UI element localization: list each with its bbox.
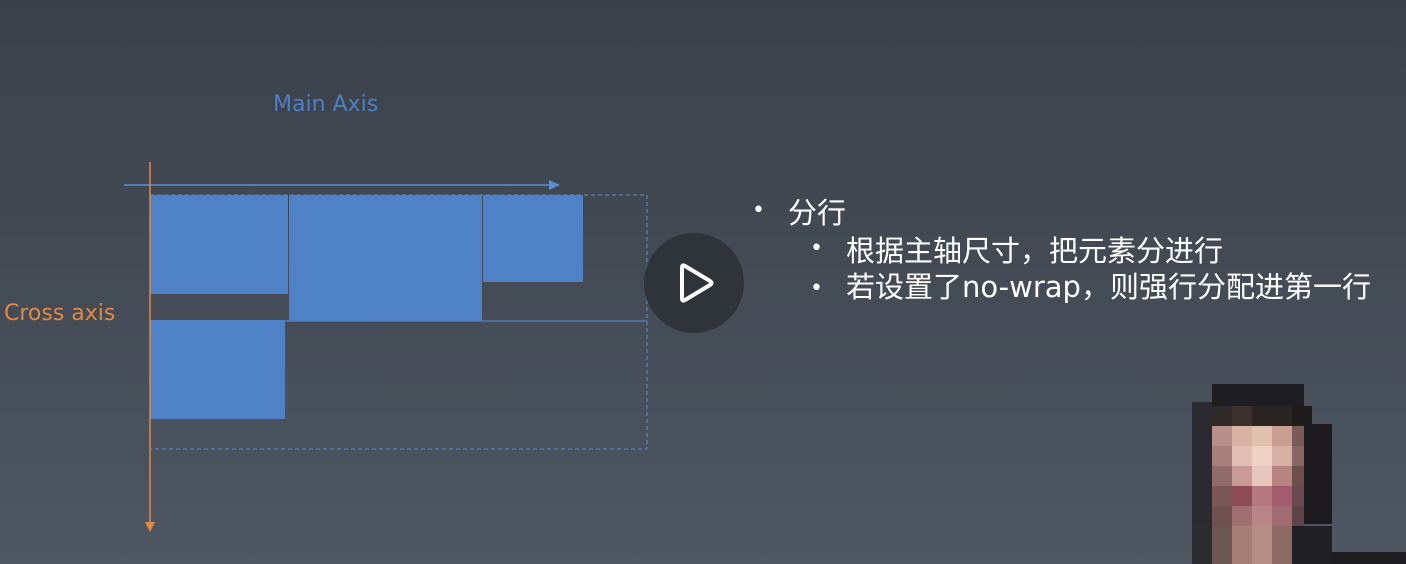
- main-axis-arrowhead: [549, 180, 560, 190]
- bullet-dot: •: [810, 276, 823, 301]
- bullet-sub-item-1: 根据主轴尺寸，把元素分进行: [846, 234, 1224, 268]
- bullet-dot: •: [752, 198, 765, 223]
- flex-item-3: [483, 195, 583, 282]
- presenter-webcam: [1192, 384, 1406, 564]
- flex-item-4: [150, 320, 285, 419]
- cross-axis-arrowhead: [145, 522, 155, 532]
- bullet-dot: •: [810, 236, 823, 261]
- flex-item-2: [289, 195, 482, 321]
- bullet-sub-item-2: 若设置了no-wrap，则强行分配进第一行: [846, 270, 1371, 304]
- flexbox-wrap-diagram: [124, 162, 648, 532]
- play-icon: [680, 263, 714, 303]
- play-button[interactable]: [644, 233, 744, 333]
- pixelated-presenter-video: [1192, 384, 1406, 564]
- flex-item-1: [150, 195, 288, 294]
- slide-stage: Main Axis Cross axis • 分行 • 根据主轴尺寸，把元素分进…: [0, 0, 1406, 564]
- bullet-item-1: 分行: [788, 196, 847, 230]
